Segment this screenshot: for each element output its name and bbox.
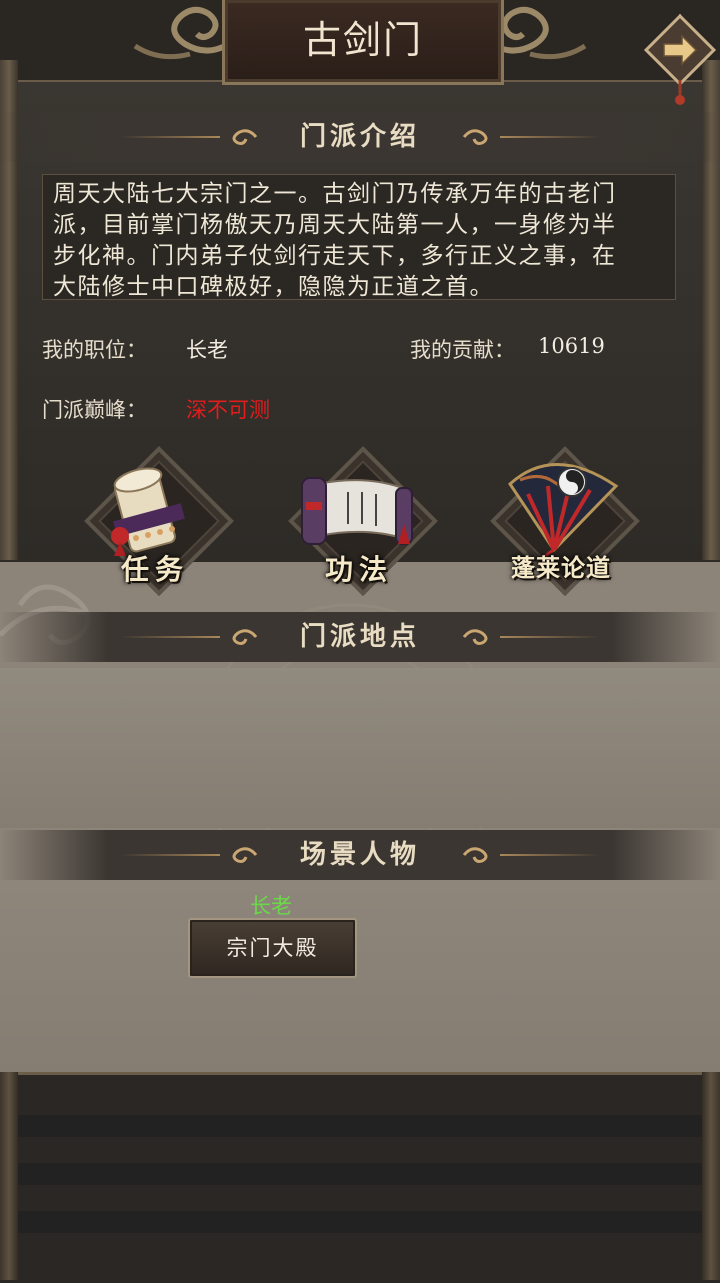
- swirl-right-icon: [462, 847, 488, 863]
- npc-band: [0, 880, 720, 1072]
- intro-line-2: 派，目前掌门杨傲天乃周天大陆第一人，一身修为半: [53, 212, 617, 238]
- intro-line-4: 大陆修士中口碑极好，隐隐为正道之首。: [53, 274, 494, 300]
- header-line-left: [120, 854, 220, 856]
- header-line-left: [120, 636, 220, 638]
- left-cloud-ornament: [133, 6, 227, 60]
- sect-description: 周天大陆七大宗门之一。古剑门乃传承万年的古老门 派，目前掌门杨傲天乃周天大陆第一…: [42, 174, 676, 300]
- open-scroll-icon: [301, 477, 413, 545]
- swirl-right-icon: [462, 629, 488, 645]
- sect-hall-button[interactable]: 宗门大殿: [188, 918, 357, 978]
- location-header-label: 门派地点: [299, 622, 420, 652]
- npc-title: 长老: [250, 894, 292, 918]
- bottom-right-frame: [702, 1072, 720, 1280]
- panel-stripe: [18, 1163, 702, 1185]
- skills-button[interactable]: 功法: [284, 442, 438, 596]
- task-button[interactable]: 任务: [80, 442, 234, 596]
- swirl-left-icon: [232, 629, 258, 645]
- npc-section-header: 场景人物: [0, 830, 720, 880]
- contribution-label: 我的贡献：: [410, 338, 515, 362]
- next-button[interactable]: [642, 13, 718, 105]
- location-section-header: 门派地点: [0, 612, 720, 662]
- position-label: 我的职位：: [42, 338, 147, 362]
- right-cloud-ornament: [493, 6, 587, 60]
- intro-header-label: 门派介绍: [299, 122, 420, 152]
- swirl-left-icon: [232, 129, 258, 145]
- position-value: 长老: [186, 338, 228, 362]
- page-title: 古剑门: [222, 0, 504, 85]
- penglai-debate-button[interactable]: 蓬莱论道: [486, 442, 640, 596]
- skills-label: 功法: [324, 553, 393, 586]
- header-line-left: [120, 136, 220, 138]
- peak-value: 深不可测: [186, 398, 270, 422]
- npc-header-label: 场景人物: [299, 840, 420, 870]
- location-band: [0, 668, 720, 828]
- scroll-bundle-icon: [111, 467, 185, 556]
- intro-line-3: 步化神。门内弟子仗剑行走天下，多行正义之事，在: [53, 243, 617, 269]
- task-label: 任务: [120, 553, 189, 586]
- header-line-right: [500, 636, 600, 638]
- swirl-left-icon: [232, 847, 258, 863]
- penglai-debate-label: 蓬莱论道: [511, 553, 611, 582]
- panel-stripe: [18, 1115, 702, 1137]
- bottom-panel: [0, 1072, 720, 1283]
- bottom-left-frame: [0, 1072, 18, 1280]
- panel-stripe: [18, 1211, 702, 1233]
- arrow-right-icon: [643, 13, 717, 105]
- header-line-right: [500, 854, 600, 856]
- intro-section-header: 门派介绍: [0, 112, 720, 162]
- header-line-right: [500, 136, 600, 138]
- intro-line-1: 周天大陆七大宗门之一。古剑门乃传承万年的古老门: [53, 181, 617, 207]
- swirl-right-icon: [462, 129, 488, 145]
- peak-label: 门派巅峰：: [42, 398, 147, 422]
- contribution-value: 10619: [538, 334, 605, 358]
